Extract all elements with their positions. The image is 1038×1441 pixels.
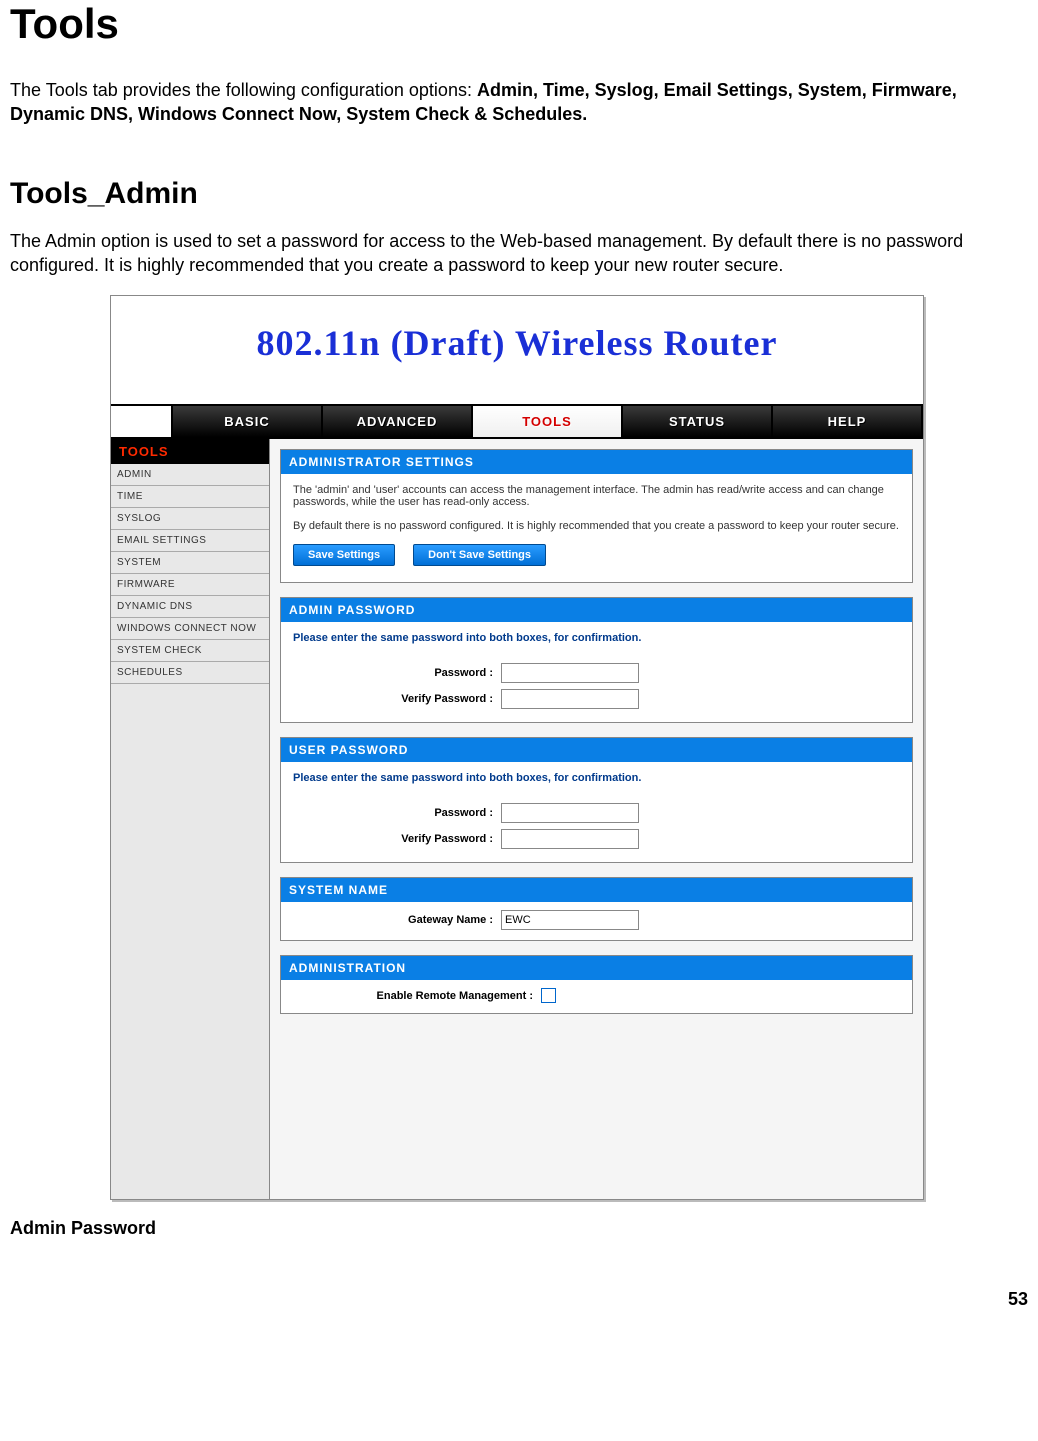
page-number: 53 bbox=[0, 1259, 1038, 1316]
sidebar-item-time[interactable]: TIME bbox=[111, 486, 269, 508]
section-intro: The Admin option is used to set a passwo… bbox=[10, 229, 1028, 278]
main-content: ADMINISTRATOR SETTINGS The 'admin' and '… bbox=[270, 439, 923, 1199]
panel-user-password: USER PASSWORD Please enter the same pass… bbox=[280, 737, 913, 863]
page-title: Tools bbox=[10, 0, 1028, 48]
tab-help[interactable]: HELP bbox=[773, 406, 923, 437]
user-verify-field[interactable] bbox=[501, 829, 639, 849]
admin-verify-label: Verify Password : bbox=[293, 693, 501, 705]
sidebar-item-system[interactable]: SYSTEM bbox=[111, 552, 269, 574]
admin-password-label: Password : bbox=[293, 667, 501, 679]
tab-spacer bbox=[111, 406, 173, 437]
panel-admin-settings: ADMINISTRATOR SETTINGS The 'admin' and '… bbox=[280, 449, 913, 583]
tab-basic[interactable]: BASIC bbox=[173, 406, 323, 437]
panel-admin-password: ADMIN PASSWORD Please enter the same pas… bbox=[280, 597, 913, 723]
footer-label: Admin Password bbox=[10, 1218, 1028, 1239]
admin-password-field[interactable] bbox=[501, 663, 639, 683]
admin-password-hint: Please enter the same password into both… bbox=[281, 622, 912, 646]
section-title: Tools_Admin bbox=[10, 177, 1028, 211]
user-password-field[interactable] bbox=[501, 803, 639, 823]
panel-system-name: SYSTEM NAME Gateway Name : bbox=[280, 877, 913, 941]
tab-status[interactable]: STATUS bbox=[623, 406, 773, 437]
sidebar-item-wcn[interactable]: WINDOWS CONNECT NOW bbox=[111, 618, 269, 640]
tab-bar: BASIC ADVANCED TOOLS STATUS HELP bbox=[111, 404, 923, 439]
sidebar-item-syscheck[interactable]: SYSTEM CHECK bbox=[111, 640, 269, 662]
sidebar-item-syslog[interactable]: SYSLOG bbox=[111, 508, 269, 530]
user-password-label: Password : bbox=[293, 807, 501, 819]
dont-save-button[interactable]: Don't Save Settings bbox=[413, 544, 546, 566]
intro-text: The Tools tab provides the following con… bbox=[10, 80, 477, 100]
gateway-name-label: Gateway Name : bbox=[293, 914, 501, 926]
sidebar-title: TOOLS bbox=[111, 439, 269, 464]
panel-head-user-password: USER PASSWORD bbox=[281, 738, 912, 762]
tab-tools[interactable]: TOOLS bbox=[473, 406, 623, 437]
panel-head-system-name: SYSTEM NAME bbox=[281, 878, 912, 902]
sidebar-item-email[interactable]: EMAIL SETTINGS bbox=[111, 530, 269, 552]
user-password-hint: Please enter the same password into both… bbox=[281, 762, 912, 786]
panel-head-admin-password: ADMIN PASSWORD bbox=[281, 598, 912, 622]
sidebar-item-ddns[interactable]: DYNAMIC DNS bbox=[111, 596, 269, 618]
router-banner: 802.11n (Draft) Wireless Router bbox=[111, 296, 923, 404]
save-button[interactable]: Save Settings bbox=[293, 544, 395, 566]
panel-head-administration: ADMINISTRATION bbox=[281, 956, 912, 980]
sidebar-item-schedules[interactable]: SCHEDULES bbox=[111, 662, 269, 684]
intro-paragraph: The Tools tab provides the following con… bbox=[10, 78, 1028, 127]
remote-mgmt-label: Enable Remote Management : bbox=[293, 990, 541, 1002]
panel-head-admin-settings: ADMINISTRATOR SETTINGS bbox=[281, 450, 912, 474]
tab-advanced[interactable]: ADVANCED bbox=[323, 406, 473, 437]
user-verify-label: Verify Password : bbox=[293, 833, 501, 845]
gateway-name-field[interactable] bbox=[501, 910, 639, 930]
remote-mgmt-checkbox[interactable] bbox=[541, 988, 556, 1003]
sidebar-item-admin[interactable]: ADMIN bbox=[111, 464, 269, 486]
admin-verify-field[interactable] bbox=[501, 689, 639, 709]
router-ui: 802.11n (Draft) Wireless Router BASIC AD… bbox=[110, 295, 924, 1200]
sidebar-item-firmware[interactable]: FIRMWARE bbox=[111, 574, 269, 596]
panel-administration: ADMINISTRATION Enable Remote Management … bbox=[280, 955, 913, 1014]
admin-settings-p2: By default there is no password configur… bbox=[293, 520, 900, 532]
admin-settings-p1: The 'admin' and 'user' accounts can acce… bbox=[293, 484, 900, 508]
sidebar: TOOLS ADMIN TIME SYSLOG EMAIL SETTINGS S… bbox=[111, 439, 270, 1199]
